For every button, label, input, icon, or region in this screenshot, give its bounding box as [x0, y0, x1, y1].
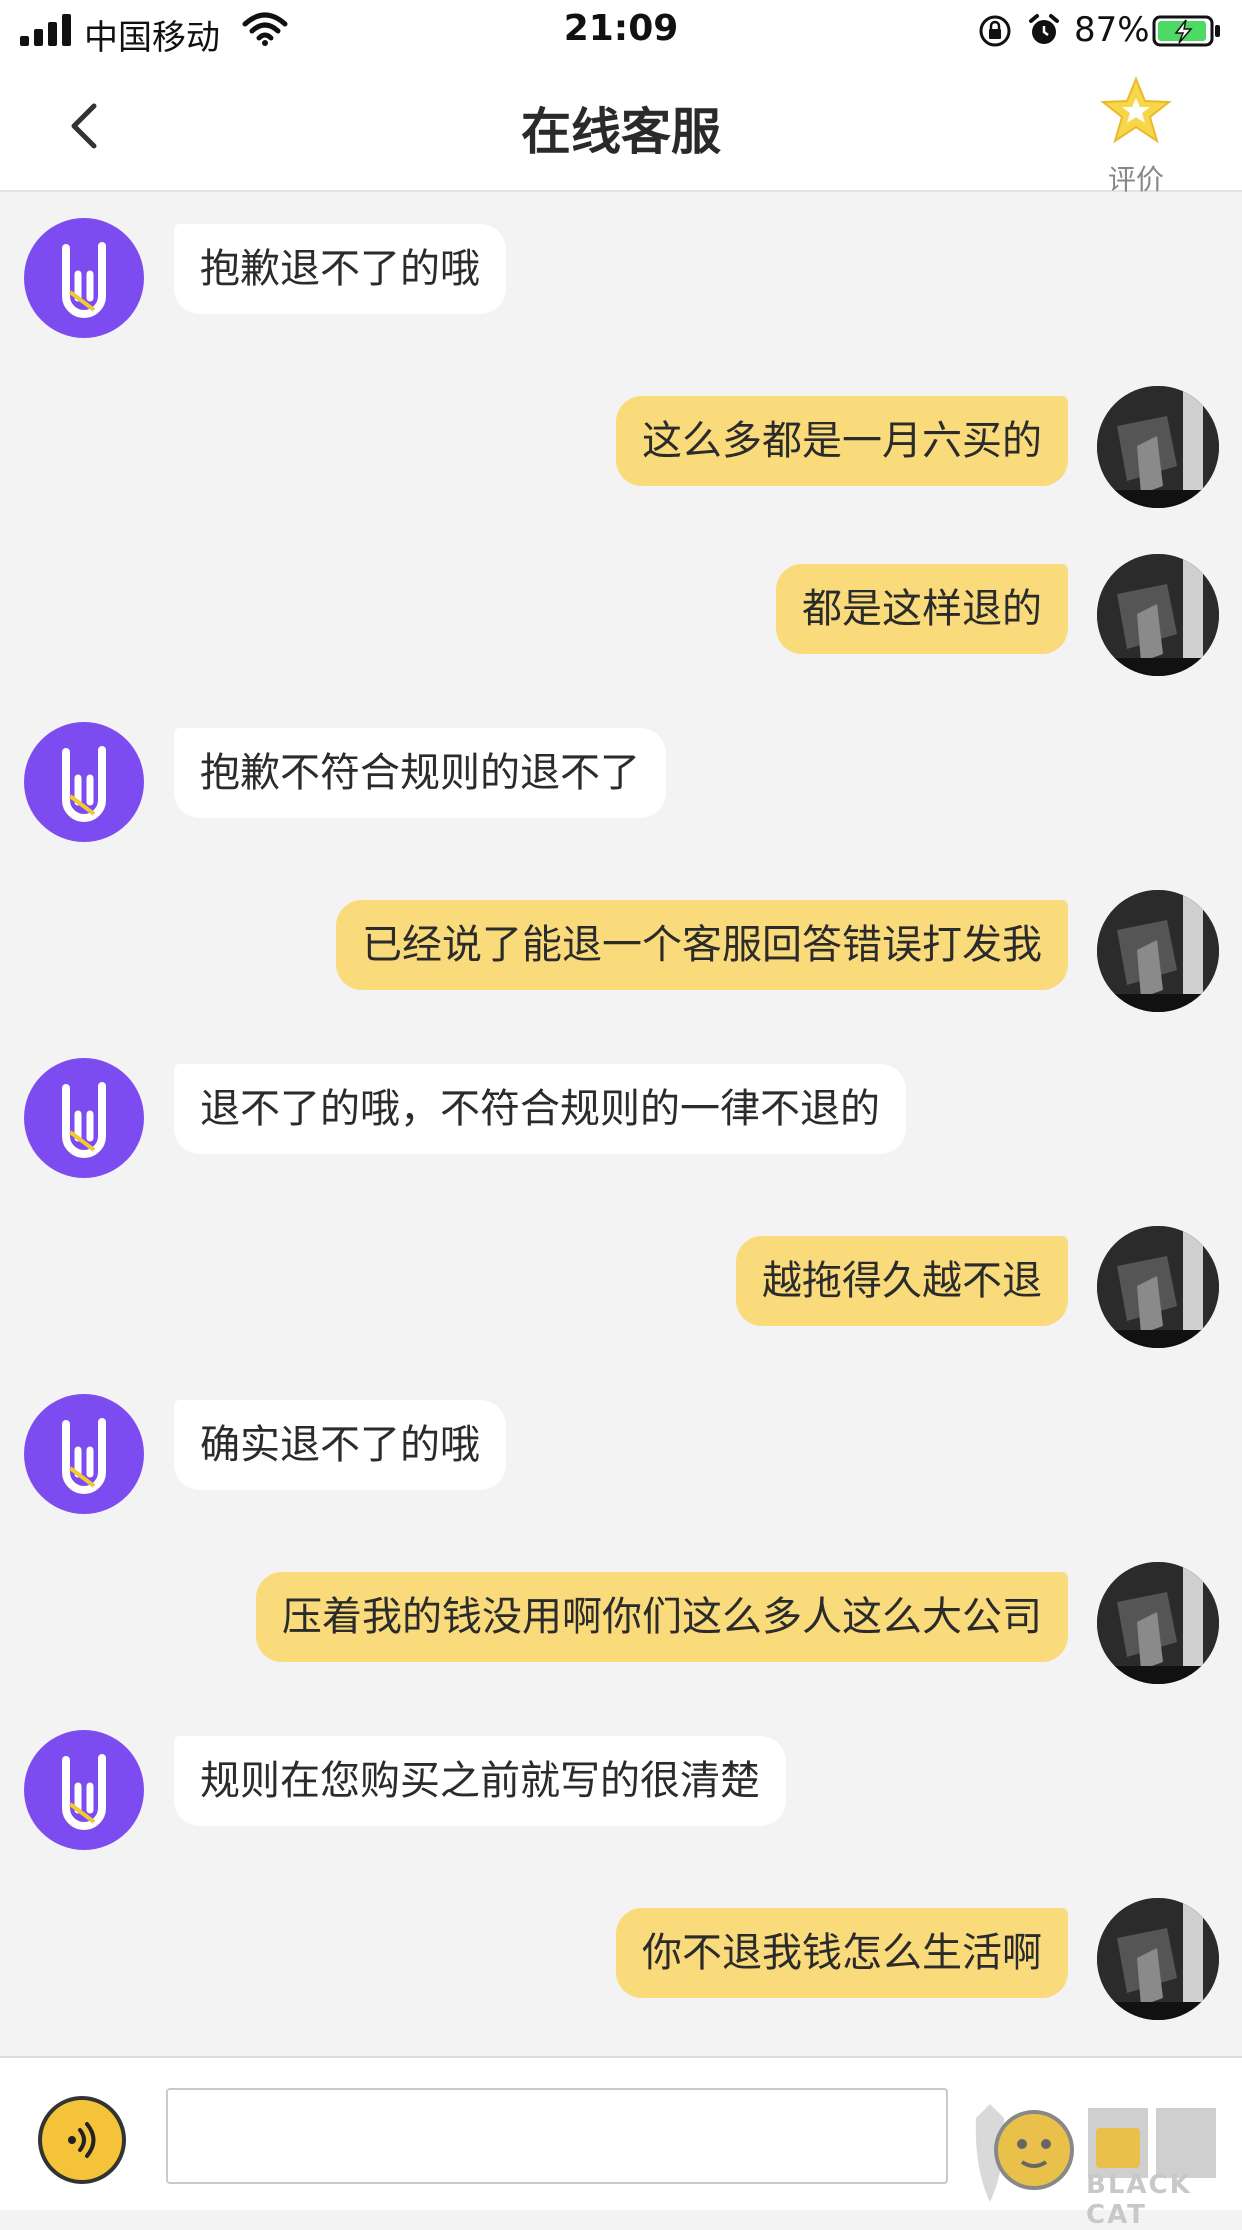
bot-message-bubble: 抱歉不符合规则的退不了 [174, 728, 666, 818]
status-bar: 中国移动 21:09 87% [0, 0, 1242, 62]
message-row-bot: 规则在您购买之前就写的很清楚 [0, 1730, 1242, 1854]
message-row-bot: 退不了的哦，不符合规则的一律不退的 [0, 1058, 1242, 1182]
user-message-bubble: 都是这样退的 [776, 564, 1068, 654]
star-icon [1100, 76, 1172, 144]
user-avatar[interactable] [1097, 386, 1219, 508]
bot-avatar[interactable] [24, 1730, 144, 1850]
user-photo [1097, 386, 1219, 508]
rock-hand-icon [62, 1754, 106, 1830]
user-message-bubble: 已经说了能退一个客服回答错误打发我 [336, 900, 1068, 990]
bot-avatar[interactable] [24, 722, 144, 842]
voice-button[interactable] [38, 2096, 126, 2184]
user-avatar[interactable] [1097, 554, 1219, 676]
battery-percent: 87% [1074, 10, 1150, 50]
bot-message-bubble: 退不了的哦，不符合规则的一律不退的 [174, 1064, 906, 1154]
bot-message-bubble: 抱歉退不了的哦 [174, 224, 506, 314]
message-row-user: 已经说了能退一个客服回答错误打发我 [0, 890, 1242, 1014]
watermark-text: BLACK CAT [1086, 2170, 1192, 2230]
bot-avatar[interactable] [24, 1394, 144, 1514]
message-row-bot: 抱歉不符合规则的退不了 [0, 722, 1242, 846]
bot-message-bubble: 确实退不了的哦 [174, 1400, 506, 1490]
message-row-user: 都是这样退的 [0, 554, 1242, 678]
input-bar [0, 2056, 1242, 2210]
rock-hand-icon [62, 1082, 106, 1158]
bot-message-bubble: 规则在您购买之前就写的很清楚 [174, 1736, 786, 1826]
user-avatar[interactable] [1097, 1898, 1219, 2020]
bot-avatar[interactable] [24, 1058, 144, 1178]
nav-bar: 在线客服 评价 [0, 62, 1242, 196]
rate-button[interactable]: 评价 [1096, 72, 1176, 196]
chat-list[interactable]: 抱歉退不了的哦 这么多都是一月六买的 都是这样退的 抱歉不符合规则的退不了 已经… [0, 192, 1242, 2056]
user-photo [1097, 1226, 1219, 1348]
message-row-user: 这么多都是一月六买的 [0, 386, 1242, 510]
message-row-bot: 抱歉退不了的哦 [0, 218, 1242, 342]
rock-hand-icon [62, 746, 106, 822]
alarm-icon [1029, 14, 1059, 44]
user-message-bubble: 你不退我钱怎么生活啊 [616, 1908, 1068, 1998]
message-row-bot: 确实退不了的哦 [0, 1394, 1242, 1518]
rock-hand-icon [62, 1418, 106, 1494]
user-photo [1097, 1562, 1219, 1684]
battery-charging-icon [1152, 15, 1220, 47]
user-photo [1097, 890, 1219, 1012]
user-message-bubble: 压着我的钱没用啊你们这么多人这么大公司 [256, 1572, 1068, 1662]
user-message-bubble: 这么多都是一月六买的 [616, 396, 1068, 486]
message-row-user: 压着我的钱没用啊你们这么多人这么大公司 [0, 1562, 1242, 1686]
voice-icon [68, 2122, 96, 2158]
user-photo [1097, 554, 1219, 676]
message-row-user: 越拖得久越不退 [0, 1226, 1242, 1350]
user-avatar[interactable] [1097, 1562, 1219, 1684]
rotation-lock-icon [979, 15, 1011, 47]
user-message-bubble: 越拖得久越不退 [736, 1236, 1068, 1326]
bot-avatar[interactable] [24, 218, 144, 338]
rock-hand-icon [62, 242, 106, 318]
message-row-user: 你不退我钱怎么生活啊 [0, 1898, 1242, 2022]
user-photo [1097, 1898, 1219, 2020]
user-avatar[interactable] [1097, 1226, 1219, 1348]
user-avatar[interactable] [1097, 890, 1219, 1012]
message-input[interactable] [166, 2088, 948, 2184]
page-title: 在线客服 [521, 103, 721, 161]
